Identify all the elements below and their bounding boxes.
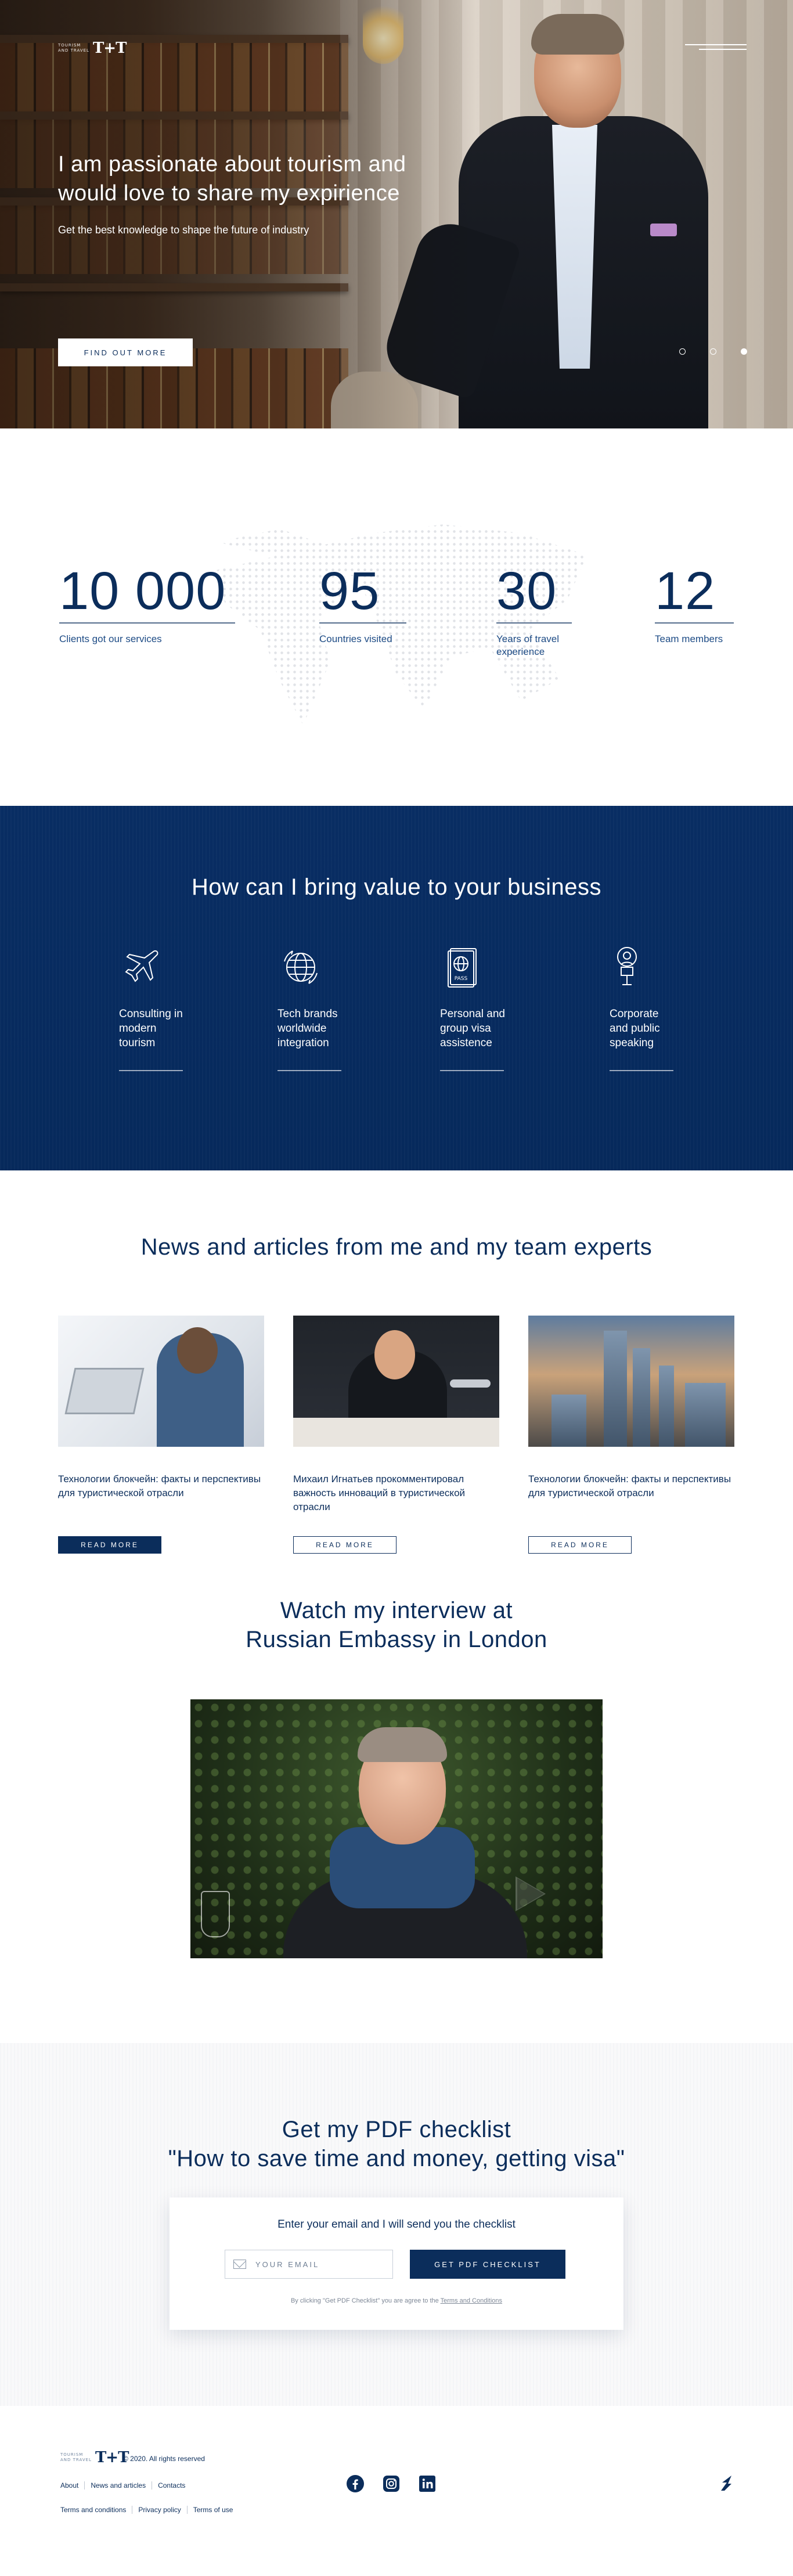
- news-card-title[interactable]: Михаил Игнатьев прокомментировал важност…: [293, 1472, 499, 1514]
- checklist-title: Get my PDF checklist "How to save time a…: [168, 2117, 625, 2171]
- hero-section: TOURISM AND TRAVEL T+T I am passionate a…: [0, 0, 793, 428]
- news-card: Михаил Игнатьев прокомментировал важност…: [293, 1316, 499, 1554]
- email-field[interactable]: [225, 2250, 393, 2279]
- hero-copy: I am passionate about tourism and would …: [58, 150, 418, 236]
- interview-title: Watch my interview at Russian Embassy in…: [246, 1598, 547, 1652]
- service-consulting[interactable]: Consulting in modern tourism: [119, 944, 212, 1071]
- menu-icon[interactable]: [685, 44, 747, 52]
- service-label: Consulting in modern tourism: [119, 1008, 183, 1049]
- interview-section: Watch my interview at Russian Embassy in…: [0, 1596, 793, 2043]
- news-image[interactable]: [528, 1316, 734, 1447]
- developer-logo-icon[interactable]: [719, 2474, 734, 2492]
- service-underline: [277, 1070, 341, 1071]
- interview-video[interactable]: [190, 1699, 603, 1958]
- footer-legal-nav: Terms and conditions Privacy policy Term…: [60, 2506, 244, 2514]
- read-more-button[interactable]: READ MORE: [528, 1536, 632, 1554]
- read-more-button[interactable]: READ MORE: [293, 1536, 396, 1554]
- news-card-title[interactable]: Технологии блокчейн: факты и перспективы…: [58, 1472, 264, 1514]
- slider-dot-1[interactable]: [679, 348, 686, 355]
- service-visa[interactable]: PASS Personal and group visa assistence: [440, 944, 533, 1071]
- find-out-more-button[interactable]: FIND OUT MORE: [58, 338, 193, 366]
- service-label: Corporate and public speaking: [610, 1008, 660, 1049]
- stat-team: 12 Team members: [655, 562, 734, 646]
- stat-value: 12: [655, 561, 716, 621]
- service-label: Tech brands worldwide integration: [277, 1008, 338, 1049]
- site-logo[interactable]: TOURISM AND TRAVEL T+T: [58, 39, 127, 57]
- envelope-icon: [233, 2260, 246, 2269]
- news-title: News and articles from me and my team ex…: [140, 1234, 653, 1260]
- footer-logo[interactable]: TOURISM AND TRAVEL T+T: [60, 2449, 129, 2466]
- stat-years: 30 Years of travel experience: [496, 562, 572, 658]
- footer-link-contacts[interactable]: Contacts: [158, 2481, 191, 2489]
- stat-value: 30: [496, 561, 557, 621]
- stat-underline: [319, 622, 406, 624]
- logo-tagline: TOURISM AND TRAVEL: [58, 43, 89, 53]
- get-pdf-checklist-button[interactable]: GET PDF CHECKLIST: [410, 2250, 565, 2279]
- email-input[interactable]: [255, 2260, 383, 2269]
- stat-underline: [59, 622, 235, 624]
- stat-label: Team members: [655, 633, 723, 644]
- instagram-icon[interactable]: [382, 2474, 401, 2493]
- footer-nav: About News and articles Contacts: [60, 2481, 197, 2489]
- airplane-icon: [119, 944, 165, 990]
- hero-headline: I am passionate about tourism and would …: [58, 152, 406, 206]
- stat-label: Clients got our services: [59, 633, 162, 644]
- footer-link-privacy[interactable]: Privacy policy: [138, 2506, 188, 2514]
- stat-underline: [496, 622, 572, 624]
- news-card: Технологии блокчейн: факты и перспективы…: [528, 1316, 734, 1554]
- service-underline: [119, 1070, 183, 1071]
- facebook-icon[interactable]: [346, 2474, 365, 2493]
- stat-countries: 95 Countries visited: [319, 562, 406, 646]
- social-links: [346, 2474, 437, 2493]
- news-card: Технологии блокчейн: факты и перспективы…: [58, 1316, 264, 1554]
- site-footer: TOURISM AND TRAVEL T+T © 2020. All right…: [0, 2406, 793, 2576]
- news-image[interactable]: [58, 1316, 264, 1447]
- services-section: How can I bring value to your business C…: [0, 806, 793, 1170]
- footer-link-news[interactable]: News and articles: [91, 2481, 153, 2489]
- checklist-form: Enter your email and I will send you the…: [170, 2197, 623, 2330]
- linkedin-icon[interactable]: [418, 2474, 437, 2493]
- hero-subline: Get the best knowledge to shape the futu…: [58, 224, 309, 236]
- checklist-prompt: Enter your email and I will send you the…: [277, 2218, 516, 2231]
- news-card-title[interactable]: Технологии блокчейн: факты и перспективы…: [528, 1472, 734, 1514]
- slider-dots: [679, 348, 747, 355]
- news-section: News and articles from me and my team ex…: [0, 1170, 793, 1596]
- stat-label: Years of travel experience: [496, 633, 560, 657]
- stat-underline: [655, 622, 734, 624]
- service-label: Personal and group visa assistence: [440, 1008, 505, 1049]
- news-image[interactable]: [293, 1316, 499, 1447]
- stat-clients: 10 000 Clients got our services: [59, 562, 235, 646]
- service-underline: [440, 1070, 504, 1071]
- globe-icon: [277, 944, 324, 990]
- speaker-icon: [610, 944, 656, 990]
- service-underline: [610, 1070, 673, 1071]
- copyright: © 2020. All rights reserved: [123, 2455, 205, 2463]
- footer-link-terms-use[interactable]: Terms of use: [193, 2506, 239, 2514]
- terms-link[interactable]: Terms and Conditions: [441, 2297, 502, 2304]
- legal-note: By clicking "Get PDF Checklist" you are …: [290, 2297, 503, 2304]
- slider-dot-2[interactable]: [710, 348, 716, 355]
- play-icon[interactable]: [516, 1876, 546, 1911]
- slider-dot-3[interactable]: [741, 348, 747, 355]
- stat-value: 95: [319, 561, 380, 621]
- footer-link-about[interactable]: About: [60, 2481, 85, 2489]
- stat-value: 10 000: [59, 561, 226, 621]
- logo-mark: T+T: [92, 39, 127, 57]
- checklist-section: Get my PDF checklist "How to save time a…: [0, 2043, 793, 2406]
- stats-section: 10 000 Clients got our services 95 Count…: [0, 428, 793, 806]
- read-more-button[interactable]: READ MORE: [58, 1536, 161, 1554]
- services-title: How can I bring value to your business: [191, 874, 602, 900]
- service-tech-brands[interactable]: Tech brands worldwide integration: [277, 944, 370, 1071]
- passport-icon: PASS: [440, 944, 486, 990]
- footer-link-terms-conditions[interactable]: Terms and conditions: [60, 2506, 133, 2514]
- service-speaking[interactable]: Corporate and public speaking: [610, 944, 702, 1071]
- svg-text:PASS: PASS: [455, 976, 468, 982]
- stat-label: Countries visited: [319, 633, 392, 644]
